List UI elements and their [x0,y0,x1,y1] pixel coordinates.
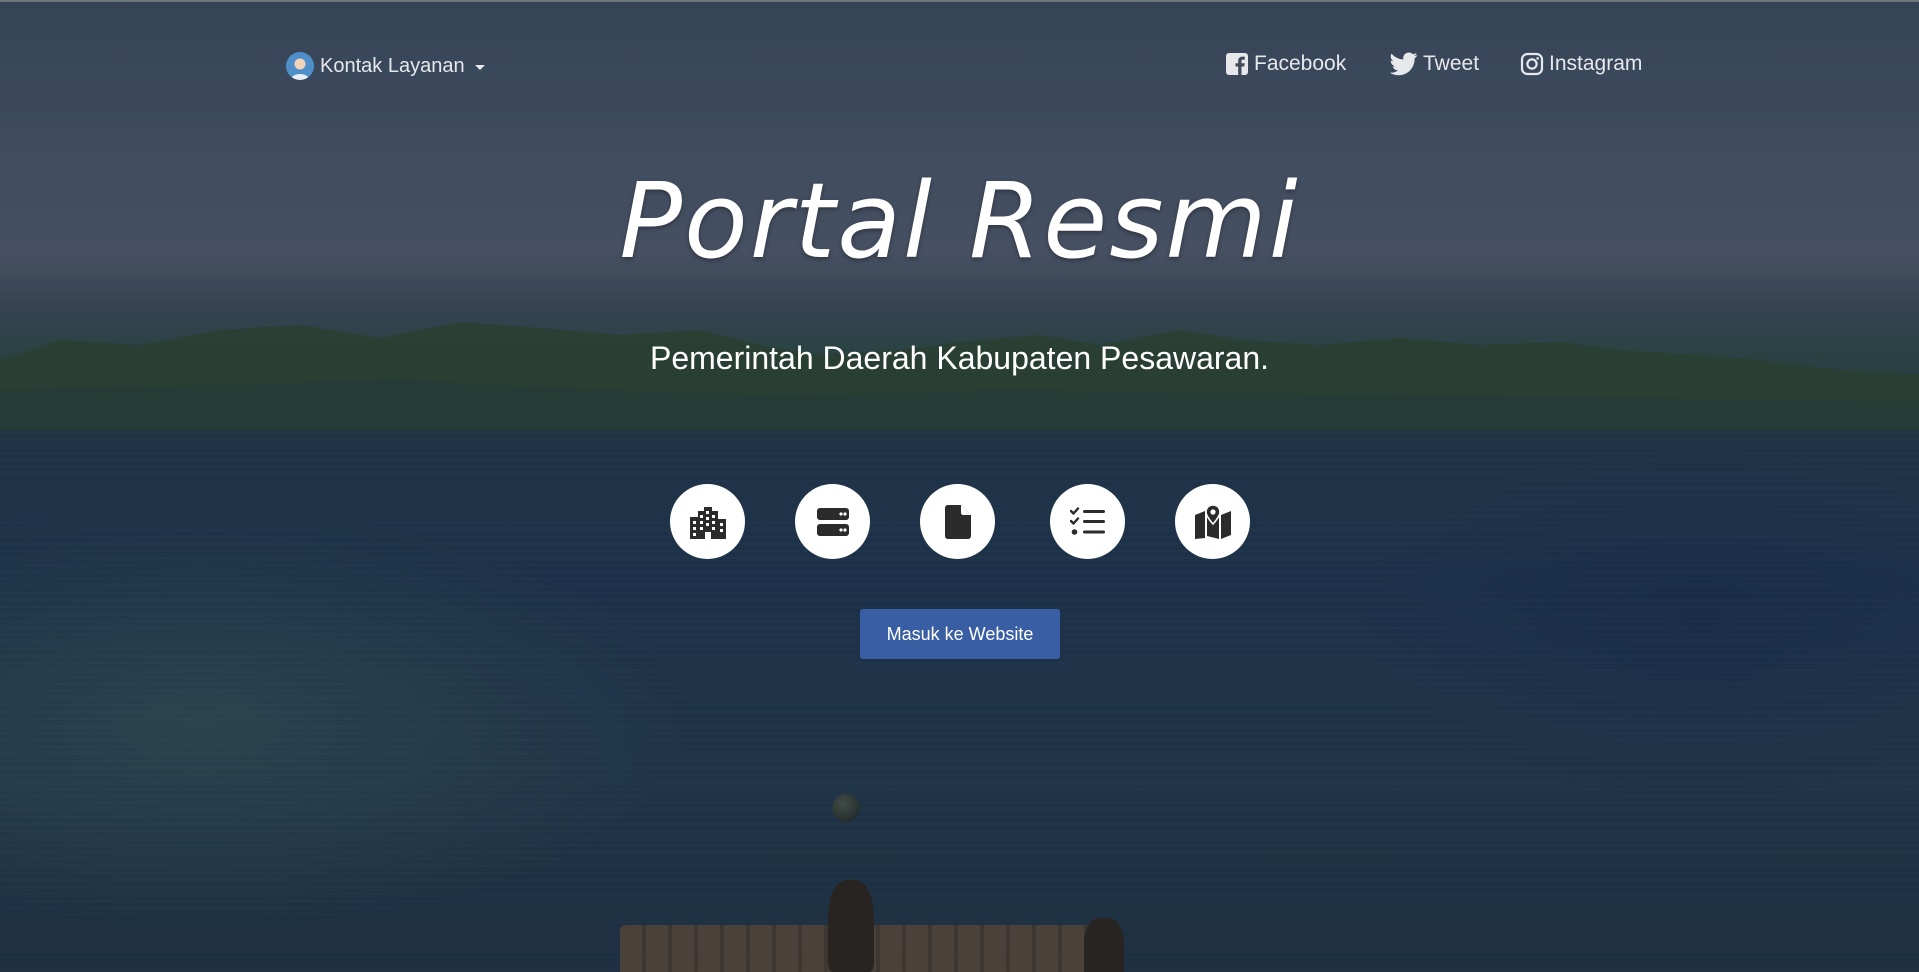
tweet-link[interactable]: Tweet [1390,52,1479,76]
caret-down-icon [474,65,485,70]
map-icon [1194,504,1231,539]
tweet-label: Tweet [1423,52,1480,75]
server-icon [816,507,849,536]
page-title: Portal Resmi [619,160,1300,282]
building-button[interactable] [670,484,745,559]
instagram-link[interactable]: Instagram [1520,52,1642,76]
map-button[interactable] [1175,484,1250,559]
twitter-icon [1390,52,1418,76]
facebook-icon [1226,53,1248,75]
instagram-label: Instagram [1549,52,1643,75]
user-avatar-icon [286,52,314,80]
checklist-button[interactable] [1050,484,1125,559]
tasks-icon [1069,506,1105,535]
building-icon [689,506,726,539]
instagram-icon [1520,52,1544,76]
facebook-label: Facebook [1254,52,1347,75]
server-button[interactable] [795,484,870,559]
facebook-link[interactable]: Facebook [1225,52,1346,76]
file-icon [944,504,971,539]
hero-background: Kontak Layanan Facebook Tweet Instagram … [0,0,1919,972]
document-button[interactable] [920,484,995,559]
enter-website-button[interactable]: Masuk ke Website [860,609,1060,659]
page-subtitle: Pemerintah Daerah Kabupaten Pesawaran. [649,340,1270,376]
contact-service-label: Kontak Layanan [320,54,465,77]
contact-service-dropdown[interactable]: Kontak Layanan [286,52,485,80]
